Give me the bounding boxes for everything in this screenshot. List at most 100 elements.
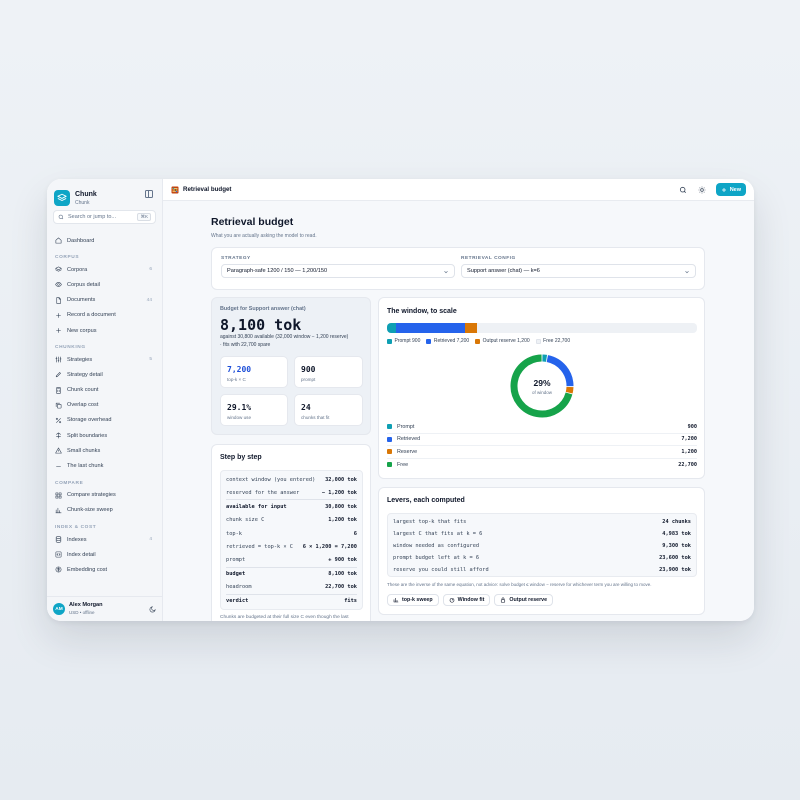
page-subtitle: What you are actually asking the model t…	[211, 233, 317, 239]
sidebar-item-corpus-detail[interactable]: Corpus detail	[53, 277, 156, 292]
window-fit-button[interactable]: Window fit	[442, 594, 491, 606]
steps-card: Step by step context window (you entered…	[211, 444, 371, 621]
sidebar-item-label: Overlap cost	[67, 402, 99, 409]
step-value: + 900 tok	[328, 557, 357, 564]
step-row: headroom 22,700 tok	[226, 581, 357, 595]
sidebar-item-compare-strategies[interactable]: Compare strategies	[53, 488, 156, 503]
legend-swatch	[475, 338, 481, 344]
search-input[interactable]: Search or jump to... ⌘K	[53, 210, 156, 224]
levers-note: These are the inverse of the same equati…	[387, 582, 652, 587]
step-label: budget	[226, 571, 246, 578]
bar-segment-prompt	[387, 323, 396, 333]
sidebar-item-corpora[interactable]: Corpora 6	[53, 262, 156, 277]
sidebar-item-record-a-document[interactable]: Record a document	[53, 308, 156, 323]
sidebar-item-overlap-cost[interactable]: Overlap cost	[53, 398, 156, 413]
steps-table: context window (you entered) 32,000 tok re…	[220, 470, 363, 610]
dollar-icon	[55, 566, 62, 573]
chart-row-prompt: Prompt 900	[387, 421, 697, 434]
budget-card: Budget for Support answer (chat) 8,100 t…	[211, 297, 371, 435]
sidebar-item-strategy-detail[interactable]: Strategy detail	[53, 367, 156, 382]
search-shortcut: ⌘K	[137, 213, 151, 221]
sidebar-item-label: Index detail	[67, 551, 96, 558]
user-profile[interactable]: AM Alex Morgan USD • offline	[47, 596, 162, 621]
sidebar-section-label: CHUNKING	[55, 345, 86, 351]
sidebar-item-new-corpus[interactable]: New corpus	[53, 323, 156, 338]
bar-segment-retrieved	[395, 323, 466, 333]
sidebar-item-strategies[interactable]: Strategies 5	[53, 352, 156, 367]
sidebar-item-indexes[interactable]: Indexes 4	[53, 532, 156, 547]
app-subtitle: Chunk	[75, 199, 90, 206]
user-name: Alex Morgan	[69, 601, 103, 608]
sidebar-item-embedding-cost[interactable]: Embedding cost	[53, 562, 156, 577]
sidebar-item-the-last-chunk[interactable]: The last chunk	[53, 458, 156, 473]
home-icon	[55, 237, 62, 244]
donut-slice-reserve	[565, 386, 574, 394]
legend-swatch	[426, 338, 432, 344]
sidebar-item-label: Storage overhead	[67, 417, 112, 424]
sidebar-item-count: 44	[146, 297, 152, 303]
sidebar-item-chunk-count[interactable]: Chunk count	[53, 383, 156, 398]
step-label: prompt	[226, 557, 246, 564]
stat-label: window use	[227, 415, 252, 420]
new-button[interactable]: New	[715, 183, 746, 196]
stat-value: 29.1%	[227, 403, 252, 412]
lever-label: largest C that fits at k = 6	[393, 531, 483, 537]
code-icon	[55, 551, 62, 558]
sun-icon[interactable]	[697, 185, 707, 195]
row-value: 7,200	[681, 436, 697, 443]
app-window: Chunk Chunk Search or jump to... ⌘K Dash…	[47, 179, 754, 621]
legend-item: Output reserve 1,200	[475, 338, 530, 344]
page-title: Retrieval budget	[211, 216, 294, 228]
sidebar-section-label: COMPARE	[55, 480, 84, 486]
chart-row-retrieved: Retrieved 7,200	[387, 434, 697, 446]
content: Retrieval budget What you are actually a…	[211, 201, 705, 621]
sidebar-item-split-boundaries[interactable]: Split boundaries	[53, 428, 156, 443]
sidebar-item-count: 5	[149, 357, 152, 363]
calculator-icon	[55, 386, 62, 394]
topk-sweep-button[interactable]: top-k sweep	[387, 594, 439, 606]
step-value: 6 × 1,200 = 7,200	[302, 544, 357, 551]
layers-icon	[55, 266, 62, 273]
legend-label: Output reserve 1,200	[482, 338, 530, 344]
sidebar-item-label: Split boundaries	[67, 432, 108, 439]
row-label: Retrieved	[397, 436, 421, 443]
sidebar-item-storage-overhead[interactable]: Storage overhead	[53, 413, 156, 428]
sidebar-toggle-icon[interactable]	[145, 190, 153, 198]
lever-label: largest top-k that fits	[393, 519, 467, 525]
config-label: RETRIEVAL CONFIG	[461, 256, 516, 261]
avatar: AM	[53, 603, 65, 615]
minus-icon	[55, 463, 62, 470]
chart-legend: Prompt 900 Retrieved 7,200 Output reserve …	[387, 338, 576, 344]
search-icon[interactable]	[678, 185, 688, 195]
sidebar-item-label: Strategy detail	[67, 371, 103, 378]
stat-prompt: 900 prompt	[294, 356, 363, 388]
step-label: verdict	[226, 598, 249, 605]
chart-rows: Prompt 900 Retrieved 7,200 Reserve 1,200 Free 2…	[387, 421, 697, 471]
bar-chart-icon	[393, 597, 399, 603]
moon-icon[interactable]	[149, 600, 156, 618]
stat-chunks-fit: 24 chunks that fit	[294, 394, 363, 426]
budget-heading: Budget for Support answer (chat)	[220, 306, 306, 312]
sidebar-item-label: Small chunks	[67, 447, 101, 454]
plus-icon	[55, 312, 62, 319]
sidebar-item-small-chunks[interactable]: Small chunks	[53, 443, 156, 458]
stacked-bar	[387, 323, 697, 333]
window-chart-card: The window, to scale Prompt 900 Retrieved…	[378, 297, 705, 479]
sidebar-item-chunk-size-sweep[interactable]: Chunk-size sweep	[53, 503, 156, 518]
step-value: 22,700 tok	[325, 584, 357, 591]
lever-value: 23,600 tok	[659, 555, 691, 561]
config-select[interactable]: Support answer (chat) — k=6	[461, 264, 696, 278]
legend-label: Prompt 900	[394, 338, 421, 344]
row-value: 1,200	[681, 448, 697, 455]
step-value: fits	[344, 598, 357, 605]
strategy-select[interactable]: Paragraph-safe 1200 / 150 — 1,200/150	[221, 264, 455, 278]
step-row: prompt + 900 tok	[226, 554, 357, 568]
row-label: Prompt	[397, 423, 415, 430]
row-swatch	[387, 424, 392, 430]
sidebar-item-index-detail[interactable]: Index detail	[53, 547, 156, 562]
document-icon	[55, 296, 62, 304]
sidebar-item-dashboard[interactable]: Dashboard	[53, 233, 156, 248]
user-meta: USD • offline	[69, 609, 95, 615]
sidebar-item-documents[interactable]: Documents 44	[53, 293, 156, 308]
output-reserve-button[interactable]: Output reserve	[494, 594, 554, 606]
